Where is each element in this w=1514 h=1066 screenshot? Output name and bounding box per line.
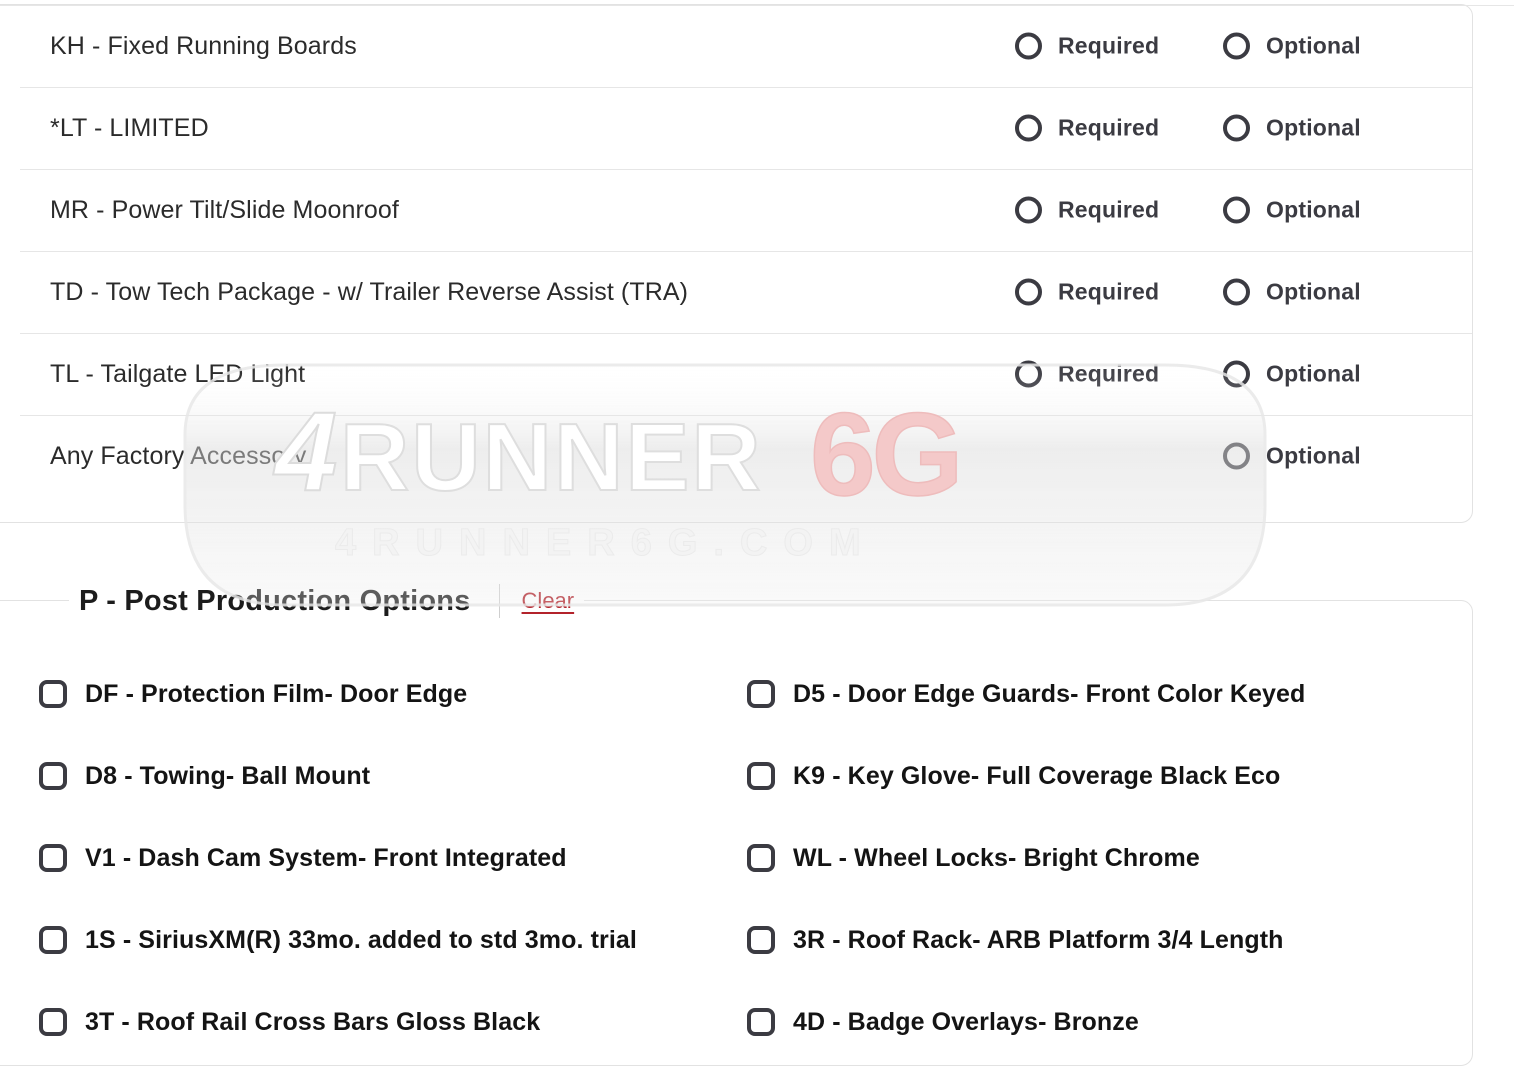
required-choice[interactable]: Required (1015, 32, 1160, 60)
optional-label: Optional (1266, 32, 1361, 59)
option-row: Any Factory Accessory Optional (0, 415, 1514, 497)
svg-text:4RUNNER6G.COM: 4RUNNER6G.COM (335, 522, 877, 564)
radio-icon[interactable] (1015, 196, 1042, 224)
legend-divider (498, 584, 500, 618)
checkbox-item[interactable]: 3R - Roof Rack- ARB Platform 3/4 Length (747, 926, 1439, 955)
radio-icon[interactable] (1223, 196, 1250, 224)
option-choices: Required Optional (1015, 108, 1452, 148)
option-label: *LT - LIMITED (50, 113, 209, 142)
checkbox-label: 1S - SiriusXM(R) 33mo. added to std 3mo.… (85, 925, 637, 954)
optional-label: Optional (1266, 114, 1361, 141)
checkbox-label: 3R - Roof Rack- ARB Platform 3/4 Length (793, 925, 1284, 954)
required-choice[interactable]: Required (1015, 196, 1160, 224)
checkbox-label: V1 - Dash Cam System- Front Integrated (85, 843, 567, 872)
required-choice[interactable]: Required (1015, 114, 1160, 142)
option-choices: Required Optional (1015, 190, 1452, 230)
required-label: Required (1058, 196, 1160, 223)
post-production-panel: P - Post Production Options Clear DF - P… (0, 579, 1473, 1066)
option-row: TL - Tailgate LED Light Required Optiona… (0, 333, 1514, 415)
checkbox-label: K9 - Key Glove- Full Coverage Black Eco (793, 761, 1281, 790)
checkbox-item[interactable]: WL - Wheel Locks- Bright Chrome (747, 844, 1439, 873)
checkbox-item[interactable]: 4D - Badge Overlays- Bronze (747, 1008, 1439, 1037)
factory-options-rows: KH - Fixed Running Boards Required Optio… (0, 5, 1514, 519)
checkbox-item[interactable]: K9 - Key Glove- Full Coverage Black Eco (747, 762, 1439, 791)
optional-choice[interactable]: Optional (1223, 442, 1361, 470)
option-row: *LT - LIMITED Required Optional (0, 87, 1514, 169)
optional-label: Optional (1266, 196, 1361, 223)
checkbox-icon[interactable] (747, 762, 775, 790)
post-production-legend: P - Post Production Options Clear (69, 579, 585, 623)
checkbox-item[interactable]: 1S - SiriusXM(R) 33mo. added to std 3mo.… (39, 926, 747, 955)
optional-label: Optional (1266, 278, 1361, 305)
checkbox-icon[interactable] (39, 762, 67, 790)
checkbox-label: D5 - Door Edge Guards- Front Color Keyed (793, 679, 1306, 708)
checkbox-icon[interactable] (747, 926, 775, 954)
post-production-title: P - Post Production Options (79, 584, 471, 617)
required-label: Required (1058, 278, 1160, 305)
top-divider (0, 5, 1514, 6)
optional-choice[interactable]: Optional (1223, 278, 1361, 306)
checkbox-item[interactable]: D5 - Door Edge Guards- Front Color Keyed (747, 680, 1439, 709)
optional-choice[interactable]: Optional (1223, 360, 1361, 388)
radio-icon[interactable] (1223, 442, 1250, 470)
option-label: TL - Tailgate LED Light (50, 359, 306, 388)
radio-icon[interactable] (1015, 32, 1042, 60)
checkbox-label: DF - Protection Film- Door Edge (85, 679, 468, 708)
checkbox-icon[interactable] (39, 844, 67, 872)
checkbox-item[interactable]: V1 - Dash Cam System- Front Integrated (39, 844, 747, 873)
radio-icon[interactable] (1015, 114, 1042, 142)
checkbox-icon[interactable] (39, 926, 67, 954)
post-production-checkbox-grid: DF - Protection Film- Door Edge D5 - Doo… (39, 653, 1439, 1063)
optional-label: Optional (1266, 442, 1361, 469)
required-choice[interactable]: Required (1015, 278, 1160, 306)
required-label: Required (1058, 32, 1160, 59)
radio-icon[interactable] (1223, 114, 1250, 142)
required-label: Required (1058, 360, 1160, 387)
checkbox-icon[interactable] (747, 680, 775, 708)
checkbox-icon[interactable] (747, 844, 775, 872)
optional-choice[interactable]: Optional (1223, 32, 1361, 60)
checkbox-item[interactable]: D8 - Towing- Ball Mount (39, 762, 747, 791)
optional-label: Optional (1266, 360, 1361, 387)
required-choice[interactable]: Required (1015, 360, 1160, 388)
option-label: KH - Fixed Running Boards (50, 31, 357, 60)
radio-icon[interactable] (1015, 360, 1042, 388)
options-page: KH - Fixed Running Boards Required Optio… (0, 0, 1514, 1066)
option-label: Any Factory Accessory (50, 441, 307, 470)
checkbox-icon[interactable] (39, 1008, 67, 1036)
checkbox-label: D8 - Towing- Ball Mount (85, 761, 371, 790)
option-label: MR - Power Tilt/Slide Moonroof (50, 195, 399, 224)
checkbox-icon[interactable] (39, 680, 67, 708)
checkbox-label: WL - Wheel Locks- Bright Chrome (793, 843, 1200, 872)
radio-icon[interactable] (1223, 32, 1250, 60)
optional-choice[interactable]: Optional (1223, 114, 1361, 142)
option-label: TD - Tow Tech Package - w/ Trailer Rever… (50, 277, 689, 306)
option-row: KH - Fixed Running Boards Required Optio… (0, 5, 1514, 87)
option-row: TD - Tow Tech Package - w/ Trailer Rever… (0, 251, 1514, 333)
option-choices: Required Optional (1015, 26, 1452, 66)
checkbox-item[interactable]: 3T - Roof Rail Cross Bars Gloss Black (39, 1008, 747, 1037)
option-choices: Required Optional (1015, 354, 1452, 394)
option-choices: Optional (1015, 436, 1452, 476)
radio-icon[interactable] (1223, 360, 1250, 388)
checkbox-item[interactable]: DF - Protection Film- Door Edge (39, 680, 747, 709)
radio-icon[interactable] (1015, 278, 1042, 306)
clear-link[interactable]: Clear (522, 588, 575, 614)
checkbox-icon[interactable] (747, 1008, 775, 1036)
option-row: MR - Power Tilt/Slide Moonroof Required … (0, 169, 1514, 251)
radio-icon[interactable] (1223, 278, 1250, 306)
checkbox-label: 3T - Roof Rail Cross Bars Gloss Black (85, 1007, 541, 1036)
optional-choice[interactable]: Optional (1223, 196, 1361, 224)
required-label: Required (1058, 114, 1160, 141)
option-choices: Required Optional (1015, 272, 1452, 312)
checkbox-label: 4D - Badge Overlays- Bronze (793, 1007, 1139, 1036)
